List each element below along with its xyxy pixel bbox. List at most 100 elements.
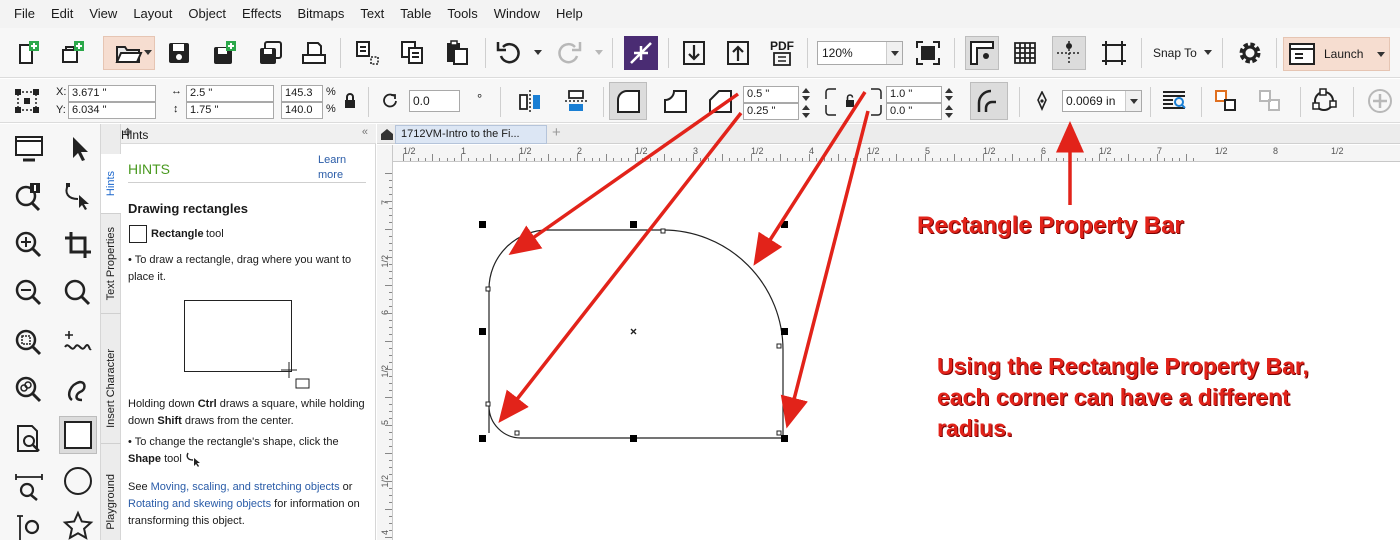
export-icon[interactable] — [395, 36, 429, 70]
corner-radius-bottom-right-field[interactable]: 0.0 " — [886, 103, 942, 120]
corner-br-spinner-icon[interactable] — [944, 103, 954, 120]
redo-icon[interactable] — [552, 36, 586, 70]
pick-tool-icon[interactable] — [59, 130, 97, 168]
launch-button[interactable]: Launch — [1283, 37, 1390, 71]
lock-ratio-icon[interactable] — [340, 91, 360, 111]
new-document-icon[interactable] — [12, 36, 46, 70]
mirror-horizontal-icon[interactable] — [513, 84, 547, 118]
undo-dropdown-icon[interactable] — [534, 50, 542, 55]
import-icon[interactable] — [350, 36, 384, 70]
tab-playground[interactable]: Playground — [101, 464, 121, 540]
corner-tr-spinner-icon[interactable] — [944, 86, 954, 103]
menu-file[interactable]: File — [6, 0, 43, 28]
tab-hints[interactable]: Hints — [101, 154, 121, 214]
save-all-icon[interactable] — [254, 36, 288, 70]
export-arrow-icon[interactable] — [721, 36, 755, 70]
add-toolbar-item-icon[interactable] — [1363, 84, 1397, 118]
new-tab-icon[interactable]: + — [552, 124, 561, 141]
rectangle-tool-icon[interactable] — [59, 416, 97, 454]
x-position-field[interactable]: 3.671 " — [68, 85, 156, 102]
show-rulers-icon[interactable] — [965, 36, 999, 70]
link-rotating-skewing[interactable]: Rotating and skewing objects — [128, 498, 271, 510]
outline-width-field[interactable]: 0.0069 in — [1062, 90, 1142, 112]
collapse-docker-icon[interactable]: « — [362, 126, 368, 138]
tab-insert-character[interactable]: Insert Character — [101, 334, 121, 444]
print-icon[interactable] — [297, 36, 331, 70]
new-from-template-icon[interactable] — [56, 36, 90, 70]
menu-effects[interactable]: Effects — [234, 0, 290, 28]
paste-icon[interactable] — [440, 36, 474, 70]
pick-screen-icon[interactable] — [10, 130, 48, 168]
polygon-tool-icon[interactable] — [59, 507, 97, 540]
corner-tl-spinner-icon[interactable] — [801, 86, 811, 103]
drawing-canvas[interactable]: Rectangle Property Bar Using the Rectang… — [394, 163, 1400, 540]
zoom-level-combo[interactable]: 120% — [817, 41, 903, 65]
menu-table[interactable]: Table — [392, 0, 439, 28]
snap-to-dropdown-icon[interactable] — [1204, 50, 1212, 55]
zoom-to-page-icon[interactable] — [911, 36, 945, 70]
publish-pdf-icon[interactable]: PDF — [765, 36, 799, 70]
zoom-objects-icon[interactable] — [10, 371, 48, 409]
y-position-field[interactable]: 6.034 " — [68, 102, 156, 119]
zoom-in-icon[interactable] — [10, 226, 48, 264]
scale-y-field[interactable]: 140.0 — [281, 102, 323, 119]
menu-tools[interactable]: Tools — [439, 0, 485, 28]
full-screen-preview-icon[interactable] — [1097, 36, 1131, 70]
corner-radius-bottom-left-field[interactable]: 0.25 " — [743, 103, 799, 120]
corner-lock-icon[interactable] — [843, 93, 857, 109]
convert-icon[interactable] — [624, 36, 658, 70]
zoom-out-icon[interactable] — [10, 274, 48, 312]
menu-layout[interactable]: Layout — [125, 0, 180, 28]
menu-bitmaps[interactable]: Bitmaps — [289, 0, 352, 28]
home-icon[interactable] — [380, 127, 394, 141]
import-arrow-icon[interactable] — [677, 36, 711, 70]
snap-to-label[interactable]: Snap To — [1153, 46, 1197, 60]
zoom-dropdown-icon[interactable] — [886, 42, 902, 64]
rotation-angle-field[interactable]: 0.0 — [409, 90, 460, 112]
vertical-ruler[interactable]: 71/261/251/24 — [377, 145, 393, 540]
corner-radius-top-left-field[interactable]: 0.5 " — [743, 86, 799, 103]
learn-more-link[interactable]: Learn more — [318, 153, 358, 183]
pan-zoom-icon[interactable] — [59, 274, 97, 312]
menu-help[interactable]: Help — [548, 0, 591, 28]
zoom-selected-icon[interactable] — [10, 324, 48, 362]
show-grid-icon[interactable] — [1008, 36, 1042, 70]
zoom-page-icon[interactable] — [10, 420, 48, 458]
ellipse-tool-icon[interactable] — [59, 462, 97, 500]
chamfered-corner-button[interactable] — [701, 82, 739, 120]
to-back-icon[interactable] — [1253, 84, 1287, 118]
wrap-text-icon[interactable] — [1157, 84, 1191, 118]
corner-bl-spinner-icon[interactable] — [801, 103, 811, 120]
corner-radius-top-right-field[interactable]: 1.0 " — [886, 86, 942, 103]
tab-text-properties[interactable]: Text Properties — [101, 214, 121, 314]
object-origin-icon[interactable] — [10, 84, 44, 118]
open-dropdown-icon[interactable] — [144, 50, 152, 55]
save-icon[interactable] — [162, 36, 196, 70]
zoom-tool-icon[interactable] — [10, 178, 48, 216]
document-tab[interactable]: 1712VM-Intro to the Fi... — [395, 125, 547, 144]
show-guidelines-icon[interactable] — [1052, 36, 1086, 70]
scalloped-corner-button[interactable] — [656, 82, 694, 120]
menu-view[interactable]: View — [81, 0, 125, 28]
menu-text[interactable]: Text — [352, 0, 392, 28]
height-field[interactable]: 1.75 " — [186, 102, 274, 119]
zoom-height-icon[interactable] — [10, 510, 48, 540]
mirror-vertical-icon[interactable] — [559, 84, 593, 118]
crop-tool-icon[interactable] — [59, 226, 97, 264]
to-front-icon[interactable] — [1209, 84, 1243, 118]
menu-edit[interactable]: Edit — [43, 0, 81, 28]
freehand-tool-icon[interactable] — [59, 324, 97, 362]
menu-object[interactable]: Object — [180, 0, 234, 28]
save-as-template-icon[interactable] — [208, 36, 242, 70]
relative-corner-scaling-button[interactable] — [970, 82, 1008, 120]
outline-width-dropdown-icon[interactable] — [1125, 91, 1141, 111]
round-corner-button[interactable] — [609, 82, 647, 120]
link-moving-scaling[interactable]: Moving, scaling, and stretching objects — [151, 481, 340, 493]
shape-tool-icon[interactable] — [59, 178, 97, 216]
convert-to-curves-icon[interactable] — [1307, 84, 1341, 118]
width-field[interactable]: 2.5 " — [186, 85, 274, 102]
menu-window[interactable]: Window — [486, 0, 548, 28]
zoom-width-icon[interactable] — [10, 467, 48, 505]
redo-dropdown-icon[interactable] — [595, 50, 603, 55]
undo-icon[interactable] — [492, 36, 526, 70]
